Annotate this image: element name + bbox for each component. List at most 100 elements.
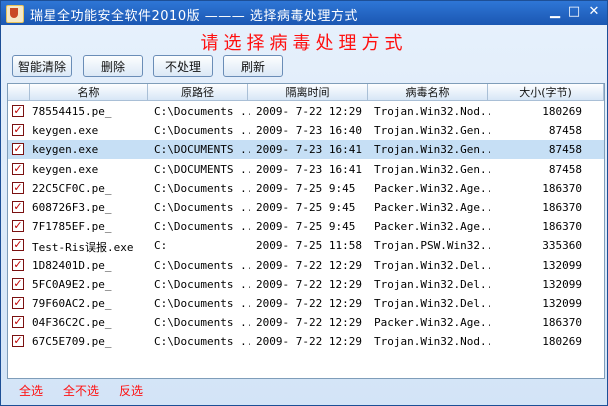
row-checkbox[interactable]: ✓ (12, 258, 24, 271)
row-size-cell: 186370 (542, 220, 582, 234)
row-path-cell: C:\Documents ... (154, 335, 250, 349)
row-virus-cell: Packer.Win32.Age... (374, 181, 490, 195)
row-time-cell: 2009- 7-25 11:58 (256, 239, 362, 253)
row-name-cell: keygen.exe (32, 124, 99, 138)
row-path-cell: C:\DOCUMENTS ... (154, 162, 250, 176)
row-checkbox[interactable]: ✓ (12, 124, 24, 137)
table-row[interactable]: ✓ 79F60AC2.pe_ C:\Documents ... 2009- 7-22 … (8, 294, 604, 313)
row-path-cell: C:\Documents ... (154, 220, 250, 234)
row-name-cell: 608726F3.pe_ (32, 201, 112, 214)
page-title: 请选择病毒处理方式 (200, 33, 408, 54)
row-size-cell: 132099 (542, 258, 582, 272)
row-checkbox[interactable]: ✓ (12, 297, 24, 309)
row-name-cell: 04F36C2C.pe_ (32, 316, 112, 330)
row-path-cell: C:\Documents ... (154, 297, 250, 310)
row-time-cell: 2009- 7-22 12:29 (256, 316, 362, 330)
column-header-name[interactable]: 名称 (30, 84, 148, 101)
row-time-cell: 2009- 7-23 16:41 (256, 143, 362, 157)
refresh-button[interactable]: 刷新 (223, 55, 283, 77)
row-virus-cell: Packer.Win32.Age... (374, 201, 490, 214)
row-time-cell: 2009- 7-22 12:29 (256, 297, 362, 310)
table-row[interactable]: ✓ keygen.exe C:\DOCUMENTS ... 2009- 7-23 16… (8, 140, 604, 160)
table-row[interactable]: ✓ 67C5E709.pe_ C:\Documents ... 2009- 7-22 … (8, 332, 604, 351)
row-checkbox[interactable]: ✓ (12, 181, 24, 194)
row-virus-cell: Trojan.Win32.Del... (374, 297, 490, 310)
row-virus-cell: Trojan.Win32.Gen... (374, 124, 490, 138)
table-row[interactable]: ✓ 04F36C2C.pe_ C:\Documents ... 2009- 7-22 … (8, 313, 604, 332)
row-size-cell: 87458 (548, 124, 582, 138)
quarantine-table: 名称 原路径 隔离时间 病毒名称 大小(字节) ✓ 78554415.pe_ C:\… (7, 83, 605, 379)
row-checkbox[interactable]: ✓ (12, 277, 24, 290)
row-path-cell: C:\Documents ... (154, 277, 250, 291)
row-size-cell: 180269 (542, 105, 582, 118)
row-size-cell: 186370 (542, 181, 582, 195)
row-path-cell: C:\Documents ... (154, 316, 250, 330)
row-checkbox[interactable]: ✓ (12, 220, 24, 233)
row-name-cell: 5FC0A9E2.pe_ (32, 277, 112, 291)
row-path-cell: C:\Documents ... (154, 201, 250, 214)
table-row[interactable]: ✓ keygen.exe C:\DOCUMENTS ... 2009- 7-23 16… (8, 160, 604, 179)
row-time-cell: 2009- 7-25 9:45 (256, 220, 356, 234)
table-row[interactable]: ✓ 7F1785EF.pe_ C:\Documents ... 2009- 7-25 … (8, 217, 604, 236)
row-name-cell: 1D82401D.pe_ (32, 258, 112, 272)
column-header-time[interactable]: 隔离时间 (248, 84, 368, 101)
row-virus-cell: Trojan.Win32.Nod... (374, 105, 490, 118)
no-action-button[interactable]: 不处理 (153, 55, 213, 77)
row-name-cell: 78554415.pe_ (32, 105, 112, 118)
row-name-cell: 79F60AC2.pe_ (32, 297, 112, 310)
app-window: 瑞星全功能安全软件2010版 ——— 选择病毒处理方式 ▁ □ ✕ 请选择病毒处… (0, 0, 608, 406)
row-time-cell: 2009- 7-25 9:45 (256, 181, 356, 195)
row-virus-cell: Trojan.PSW.Win32... (374, 239, 490, 253)
maximize-icon[interactable]: □ (566, 4, 582, 20)
row-time-cell: 2009- 7-25 9:45 (256, 201, 356, 214)
table-row[interactable]: ✓ 78554415.pe_ C:\Documents ... 2009- 7-22 … (8, 102, 604, 121)
row-time-cell: 2009- 7-22 12:29 (256, 335, 362, 349)
row-virus-cell: Packer.Win32.Age... (374, 220, 490, 234)
delete-button[interactable]: 删除 (83, 55, 143, 77)
row-size-cell: 335360 (542, 239, 582, 253)
row-checkbox[interactable]: ✓ (12, 162, 24, 175)
row-virus-cell: Trojan.Win32.Gen... (374, 162, 490, 176)
invert-selection-link[interactable]: 反选 (119, 382, 143, 399)
column-header-check[interactable] (8, 84, 30, 101)
row-checkbox[interactable]: ✓ (12, 201, 24, 213)
row-time-cell: 2009- 7-22 12:29 (256, 105, 362, 118)
title-bar[interactable]: 瑞星全功能安全软件2010版 ——— 选择病毒处理方式 ▁ □ ✕ (1, 1, 607, 25)
row-size-cell: 87458 (548, 143, 582, 157)
column-header-size[interactable]: 大小(字节) (488, 84, 604, 101)
row-time-cell: 2009- 7-22 12:29 (256, 277, 362, 291)
row-name-cell: keygen.exe (32, 143, 99, 157)
close-icon[interactable]: ✕ (586, 4, 602, 20)
table-row[interactable]: ✓ 5FC0A9E2.pe_ C:\Documents ... 2009- 7-22 … (8, 275, 604, 294)
row-time-cell: 2009- 7-22 12:29 (256, 258, 362, 272)
row-checkbox[interactable]: ✓ (12, 316, 24, 329)
table-row[interactable]: ✓ 608726F3.pe_ C:\Documents ... 2009- 7-25 … (8, 198, 604, 217)
table-row[interactable]: ✓ Test-Ris误报.exe C: 2009- 7-25 11:58 Trojan.… (8, 236, 604, 255)
row-checkbox[interactable]: ✓ (12, 105, 24, 117)
row-time-cell: 2009- 7-23 16:40 (256, 124, 362, 138)
column-header-path[interactable]: 原路径 (148, 84, 248, 101)
select-none-link[interactable]: 全不选 (63, 382, 99, 399)
row-virus-cell: Trojan.Win32.Nod... (374, 335, 490, 349)
row-size-cell: 180269 (542, 335, 582, 349)
row-path-cell: C:\Documents ... (154, 258, 250, 272)
row-checkbox[interactable]: ✓ (12, 239, 24, 252)
select-all-link[interactable]: 全选 (19, 382, 43, 399)
smart-clear-button[interactable]: 智能清除 (12, 55, 72, 77)
table-row[interactable]: ✓ keygen.exe C:\Documents ... 2009- 7-23 16… (8, 121, 604, 140)
row-checkbox[interactable]: ✓ (12, 143, 24, 156)
row-name-cell: Test-Ris误报.exe (32, 241, 134, 255)
table-row[interactable]: ✓ 1D82401D.pe_ C:\Documents ... 2009- 7-22 … (8, 256, 604, 275)
row-path-cell: C:\Documents ... (154, 105, 250, 118)
window-title: 瑞星全功能安全软件2010版 ——— 选择病毒处理方式 (30, 9, 358, 24)
rising-logo-icon (6, 5, 24, 23)
minimize-icon[interactable]: ▁ (547, 4, 563, 20)
row-checkbox[interactable]: ✓ (12, 335, 24, 348)
column-header-virus[interactable]: 病毒名称 (368, 84, 488, 101)
row-size-cell: 186370 (542, 201, 582, 214)
row-path-cell: C:\DOCUMENTS ... (154, 143, 250, 157)
row-path-cell: C:\Documents ... (154, 124, 250, 138)
table-row[interactable]: ✓ 22C5CF0C.pe_ C:\Documents ... 2009- 7-25 … (8, 179, 604, 198)
row-name-cell: 67C5E709.pe_ (32, 335, 112, 349)
row-virus-cell: Packer.Win32.Age... (374, 316, 490, 330)
